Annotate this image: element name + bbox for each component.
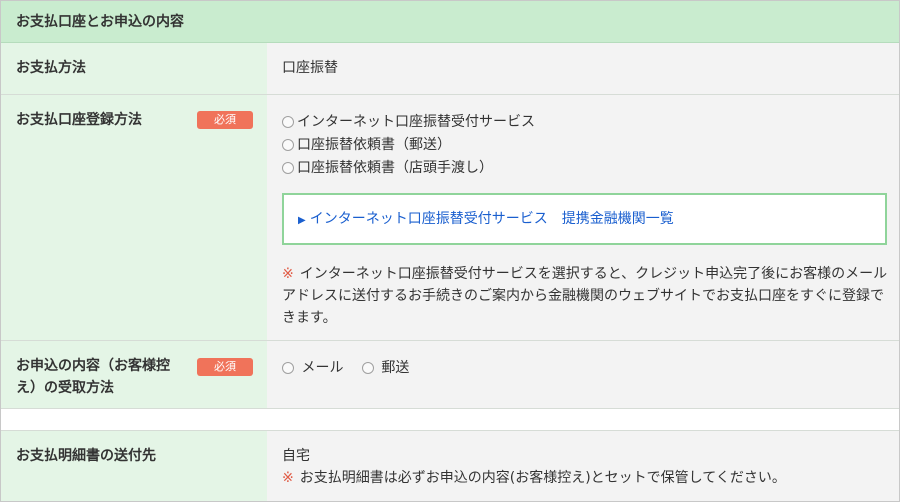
radio-button-icon[interactable] xyxy=(282,116,294,128)
radio-button-icon[interactable] xyxy=(282,139,294,151)
statement-destination-value: 自宅 xyxy=(282,448,310,464)
account-registration-row: お支払口座登録方法 必須 インターネット口座振替受付サービス 口座振替依頼書（郵… xyxy=(1,95,899,341)
note-mark: ※ xyxy=(282,470,294,486)
payment-method-label: お支払方法 xyxy=(1,43,267,94)
payment-method-value: 口座振替 xyxy=(267,43,899,94)
receipt-method-label-line1: お申込の内容（お客様控 xyxy=(16,358,170,374)
statement-note: ※ お支払明細書は必ずお申込の内容(お客様控え)とセットで保管してください。 xyxy=(282,467,899,489)
payment-method-row: お支払方法 口座振替 xyxy=(1,43,899,95)
account-registration-label-cell: お支払口座登録方法 必須 xyxy=(1,95,267,340)
radio-option-store[interactable]: 口座振替依頼書（店頭手渡し） xyxy=(282,157,899,180)
required-badge: 必須 xyxy=(197,358,253,376)
receipt-method-row: お申込の内容（お客様控 え）の受取方法 必須 メール 郵送 xyxy=(1,341,899,409)
required-badge: 必須 xyxy=(197,111,253,129)
radio-option-label: メール xyxy=(301,360,344,376)
triangle-right-icon: ▶ xyxy=(298,215,306,226)
receipt-method-label-line2: え）の受取方法 xyxy=(16,380,114,396)
radio-option-mail[interactable]: 口座振替依頼書（郵送） xyxy=(282,134,899,157)
statement-destination-label: お支払明細書の送付先 xyxy=(1,431,267,501)
radio-option-internet[interactable]: インターネット口座振替受付サービス xyxy=(282,111,899,134)
receipt-method-value: メール 郵送 xyxy=(267,341,899,408)
bank-list-link[interactable]: インターネット口座振替受付サービス 提携金融機関一覧 xyxy=(310,211,674,227)
radio-option-post[interactable]: 郵送 xyxy=(361,360,410,376)
statement-note-text: お支払明細書は必ずお申込の内容(お客様控え)とセットで保管してください。 xyxy=(299,470,786,486)
radio-button-icon[interactable] xyxy=(361,362,374,374)
account-registration-label: お支払口座登録方法 xyxy=(16,112,142,128)
receipt-method-label-cell: お申込の内容（お客様控 え）の受取方法 必須 xyxy=(1,341,267,408)
radio-option-label: 郵送 xyxy=(381,360,410,376)
account-registration-value: インターネット口座振替受付サービス 口座振替依頼書（郵送） 口座振替依頼書（店頭… xyxy=(267,95,899,340)
radio-button-icon[interactable] xyxy=(282,362,294,374)
radio-option-label: 口座振替依頼書（店頭手渡し） xyxy=(297,160,493,176)
radio-option-email[interactable]: メール xyxy=(282,360,348,376)
radio-option-label: 口座振替依頼書（郵送） xyxy=(297,137,451,153)
registration-note-text: インターネット口座振替受付サービスを選択すると、クレジット申込完了後にお客様のメ… xyxy=(282,266,888,326)
radio-option-label: インターネット口座振替受付サービス xyxy=(297,114,535,130)
bank-list-link-box: ▶ インターネット口座振替受付サービス 提携金融機関一覧 xyxy=(282,193,887,245)
statement-destination-row: お支払明細書の送付先 自宅 ※ お支払明細書は必ずお申込の内容(お客様控え)とセッ… xyxy=(1,431,899,501)
section-gap xyxy=(1,409,899,431)
radio-button-icon[interactable] xyxy=(282,162,294,174)
payment-form-panel: お支払口座とお申込の内容 お支払方法 口座振替 お支払口座登録方法 必須 インタ… xyxy=(0,0,900,502)
statement-destination-value-cell: 自宅 ※ お支払明細書は必ずお申込の内容(お客様控え)とセットで保管してください。 xyxy=(267,431,899,501)
section-title: お支払口座とお申込の内容 xyxy=(1,1,899,43)
registration-note: ※ インターネット口座振替受付サービスを選択すると、クレジット申込完了後にお客様の… xyxy=(282,263,892,329)
note-mark: ※ xyxy=(282,266,294,282)
